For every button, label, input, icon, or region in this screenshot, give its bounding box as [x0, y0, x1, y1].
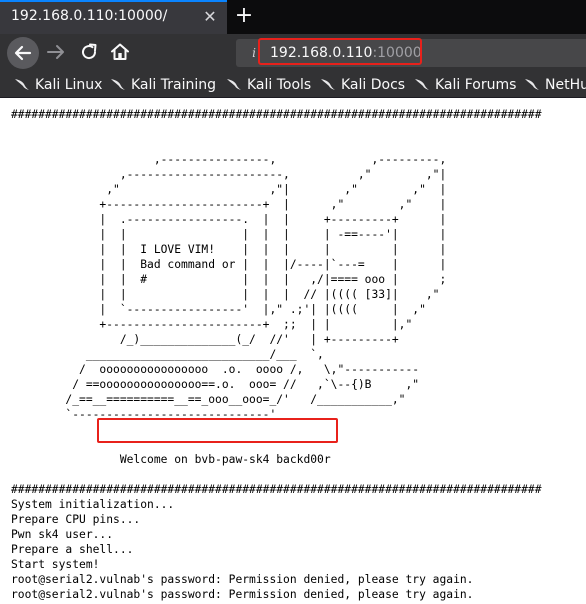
- new-tab-button[interactable]: +: [233, 4, 255, 28]
- kali-dragon-icon: [415, 79, 429, 90]
- kali-dragon-icon: [111, 79, 125, 90]
- bookmark-kali-linux[interactable]: Kali Linux: [14, 75, 102, 95]
- url-annotation-box: [258, 38, 422, 65]
- bookmark-label: Kali Tools: [247, 77, 312, 93]
- bookmark-label: NetHu: [545, 77, 586, 93]
- kali-dragon-icon: [525, 79, 539, 90]
- bookmark-kali-forums[interactable]: Kali Forums: [414, 75, 516, 95]
- bookmark-kali-training[interactable]: Kali Training: [110, 75, 216, 95]
- close-tab-icon[interactable]: ✕: [200, 7, 220, 27]
- tab-strip: 192.168.0.110:10000/ ✕ +: [0, 0, 586, 34]
- bookmarks-toolbar: Kali Linux Kali Training Kali Tools Kali…: [0, 72, 586, 98]
- reload-button[interactable]: [77, 40, 101, 64]
- welcome-annotation-box: [97, 418, 338, 443]
- bookmark-label: Kali Forums: [435, 77, 517, 93]
- forward-arrow-icon: [47, 45, 64, 59]
- bookmark-kali-docs[interactable]: Kali Docs: [320, 75, 405, 95]
- tab-active[interactable]: 192.168.0.110:10000/ ✕: [0, 0, 227, 34]
- bookmark-nethunter[interactable]: NetHu: [524, 75, 586, 95]
- bookmark-label: Kali Linux: [35, 77, 103, 93]
- kali-dragon-icon: [321, 79, 335, 90]
- terminal-output: ########################################…: [11, 108, 542, 604]
- reload-icon: [82, 43, 97, 60]
- home-button[interactable]: [108, 40, 132, 64]
- forward-button[interactable]: [44, 40, 68, 64]
- back-arrow-icon: [14, 45, 32, 61]
- page-content: ########################################…: [0, 98, 586, 604]
- bookmark-label: Kali Training: [131, 77, 216, 93]
- kali-dragon-icon: [15, 79, 29, 90]
- kali-dragon-icon: [227, 79, 241, 90]
- home-icon: [111, 43, 129, 60]
- back-button[interactable]: [7, 37, 39, 69]
- tab-title: 192.168.0.110:10000/: [11, 8, 168, 24]
- bookmark-kali-tools[interactable]: Kali Tools: [226, 75, 311, 95]
- bookmark-label: Kali Docs: [341, 77, 406, 93]
